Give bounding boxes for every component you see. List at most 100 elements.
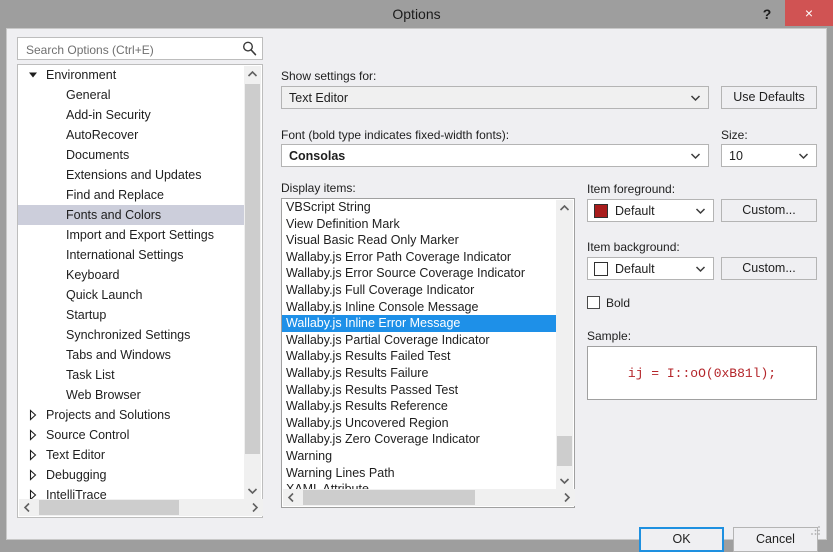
sidebar-item-label: Add-in Security — [66, 108, 151, 122]
ok-button[interactable]: OK — [639, 527, 724, 552]
font-combobox[interactable]: Consolas — [281, 144, 709, 167]
sidebar-item-general[interactable]: General — [18, 85, 245, 105]
sidebar-item-label: International Settings — [66, 248, 184, 262]
sidebar-item-label: General — [66, 88, 111, 102]
item-background-label: Item background: — [587, 240, 680, 254]
display-item[interactable]: Warning — [282, 448, 557, 465]
close-icon[interactable]: × — [785, 0, 833, 26]
display-item[interactable]: Wallaby.js Inline Console Message — [282, 299, 557, 316]
sidebar-item-label: Web Browser — [66, 388, 141, 402]
display-item[interactable]: VBScript String — [282, 199, 557, 216]
tree-scrollbar-thumb[interactable] — [245, 84, 260, 454]
display-items-hscrollbar-thumb[interactable] — [303, 490, 475, 505]
sidebar-item-label: Startup — [66, 308, 107, 322]
tree-collapsed-arrow-icon[interactable] — [26, 485, 40, 500]
display-item[interactable]: Wallaby.js Results Passed Test — [282, 382, 557, 399]
size-combobox[interactable]: 10 — [721, 144, 817, 167]
sidebar-item-add-in-security[interactable]: Add-in Security — [18, 105, 245, 125]
sidebar-item-label: Projects and Solutions — [46, 408, 171, 422]
chevron-down-icon — [695, 200, 706, 221]
search-input[interactable] — [24, 38, 238, 61]
show-settings-for-label: Show settings for: — [281, 69, 377, 83]
custom-background-button[interactable]: Custom... — [721, 257, 817, 280]
scroll-right-arrow-icon[interactable] — [246, 499, 263, 516]
display-item[interactable]: View Definition Mark — [282, 216, 557, 233]
options-dialog-window: Options ? × Environment General Add-in Sec… — [0, 0, 833, 552]
background-color-swatch — [594, 262, 608, 276]
scroll-down-arrow-icon[interactable] — [244, 482, 261, 499]
chevron-down-icon — [798, 145, 809, 166]
tree-collapsed-arrow-icon[interactable] — [26, 405, 40, 425]
cancel-button[interactable]: Cancel — [733, 527, 818, 552]
sidebar-item-source-control[interactable]: Source Control — [18, 425, 245, 445]
display-item[interactable]: Wallaby.js Uncovered Region — [282, 415, 557, 432]
sidebar-item-text-editor[interactable]: Text Editor — [18, 445, 245, 465]
scroll-left-arrow-icon[interactable] — [19, 499, 36, 516]
tree-collapsed-arrow-icon[interactable] — [26, 465, 40, 485]
display-item[interactable]: Wallaby.js Full Coverage Indicator — [282, 282, 557, 299]
sidebar-item-extensions-and-updates[interactable]: Extensions and Updates — [18, 165, 245, 185]
custom-foreground-button[interactable]: Custom... — [721, 199, 817, 222]
display-item[interactable]: Visual Basic Read Only Marker — [282, 232, 557, 249]
sidebar-item-label: Documents — [66, 148, 130, 162]
scroll-up-arrow-icon[interactable] — [556, 200, 573, 217]
sidebar-item-startup[interactable]: Startup — [18, 305, 245, 325]
search-box[interactable] — [17, 37, 263, 61]
display-item[interactable]: Wallaby.js Partial Coverage Indicator — [282, 332, 557, 349]
sidebar-item-autorecover[interactable]: AutoRecover — [18, 125, 245, 145]
scroll-down-arrow-icon[interactable] — [556, 472, 573, 489]
sidebar-item-keyboard[interactable]: Keyboard — [18, 265, 245, 285]
tree-collapsed-arrow-icon[interactable] — [26, 445, 40, 465]
sidebar-item-task-list[interactable]: Task List — [18, 365, 245, 385]
display-items-vertical-scrollbar[interactable] — [556, 200, 573, 489]
tree-collapsed-arrow-icon[interactable] — [26, 425, 40, 445]
scroll-left-arrow-icon[interactable] — [283, 489, 300, 506]
sidebar-item-international-settings[interactable]: International Settings — [18, 245, 245, 265]
chevron-down-icon — [690, 145, 701, 166]
sidebar-item-quick-launch[interactable]: Quick Launch — [18, 285, 245, 305]
foreground-color-swatch — [594, 204, 608, 218]
sidebar-item-find-and-replace[interactable]: Find and Replace — [18, 185, 245, 205]
sidebar-item-documents[interactable]: Documents — [18, 145, 245, 165]
title-bar: Options ? × — [0, 0, 833, 28]
tree-expanded-arrow-icon[interactable] — [26, 65, 40, 85]
tree-horizontal-scrollbar[interactable] — [19, 499, 263, 516]
sidebar-item-import-and-export-settings[interactable]: Import and Export Settings — [18, 225, 245, 245]
help-icon[interactable]: ? — [753, 0, 781, 28]
display-item[interactable]: Wallaby.js Error Path Coverage Indicator — [282, 249, 557, 266]
tree-vertical-scrollbar[interactable] — [244, 66, 261, 499]
display-item[interactable]: Wallaby.js Zero Coverage Indicator — [282, 431, 557, 448]
sidebar-item-projects-and-solutions[interactable]: Projects and Solutions — [18, 405, 245, 425]
display-items-listbox[interactable]: VBScript String View Definition Mark Visua… — [281, 198, 575, 508]
display-items-horizontal-scrollbar[interactable] — [283, 489, 575, 506]
display-items-scrollbar-thumb[interactable] — [557, 436, 572, 466]
use-defaults-button[interactable]: Use Defaults — [721, 86, 817, 109]
tree-hscrollbar-thumb[interactable] — [39, 500, 179, 515]
resize-grip-icon[interactable] — [810, 524, 822, 536]
sidebar-item-environment[interactable]: Environment — [18, 65, 245, 85]
sidebar-item-fonts-and-colors[interactable]: Fonts and Colors — [18, 205, 245, 225]
scroll-up-arrow-icon[interactable] — [244, 66, 261, 83]
item-foreground-combobox[interactable]: Default — [587, 199, 714, 222]
display-item[interactable]: Wallaby.js Results Reference — [282, 398, 557, 415]
show-settings-for-combobox[interactable]: Text Editor — [281, 86, 709, 109]
item-background-combobox[interactable]: Default — [587, 257, 714, 280]
scroll-right-arrow-icon[interactable] — [558, 489, 575, 506]
display-item[interactable]: Wallaby.js Results Failed Test — [282, 348, 557, 365]
sidebar-item-tabs-and-windows[interactable]: Tabs and Windows — [18, 345, 245, 365]
bold-checkbox[interactable] — [587, 296, 600, 309]
sidebar-item-intellitrace[interactable]: IntelliTrace — [18, 485, 245, 500]
display-item-selected[interactable]: Wallaby.js Inline Error Message — [282, 315, 557, 332]
sidebar-item-web-browser[interactable]: Web Browser — [18, 385, 245, 405]
display-item[interactable]: Wallaby.js Results Failure — [282, 365, 557, 382]
sidebar-item-label: Extensions and Updates — [66, 168, 202, 182]
search-icon — [241, 40, 258, 57]
sidebar-item-synchronized-settings[interactable]: Synchronized Settings — [18, 325, 245, 345]
sidebar-item-label: Synchronized Settings — [66, 328, 191, 342]
chevron-down-icon — [690, 87, 701, 108]
display-items-label: Display items: — [281, 181, 356, 195]
sidebar-item-debugging[interactable]: Debugging — [18, 465, 245, 485]
display-item[interactable]: Warning Lines Path — [282, 465, 557, 482]
settings-category-tree[interactable]: Environment General Add-in Security AutoRec… — [17, 64, 263, 518]
display-item[interactable]: Wallaby.js Error Source Coverage Indicat… — [282, 265, 557, 282]
